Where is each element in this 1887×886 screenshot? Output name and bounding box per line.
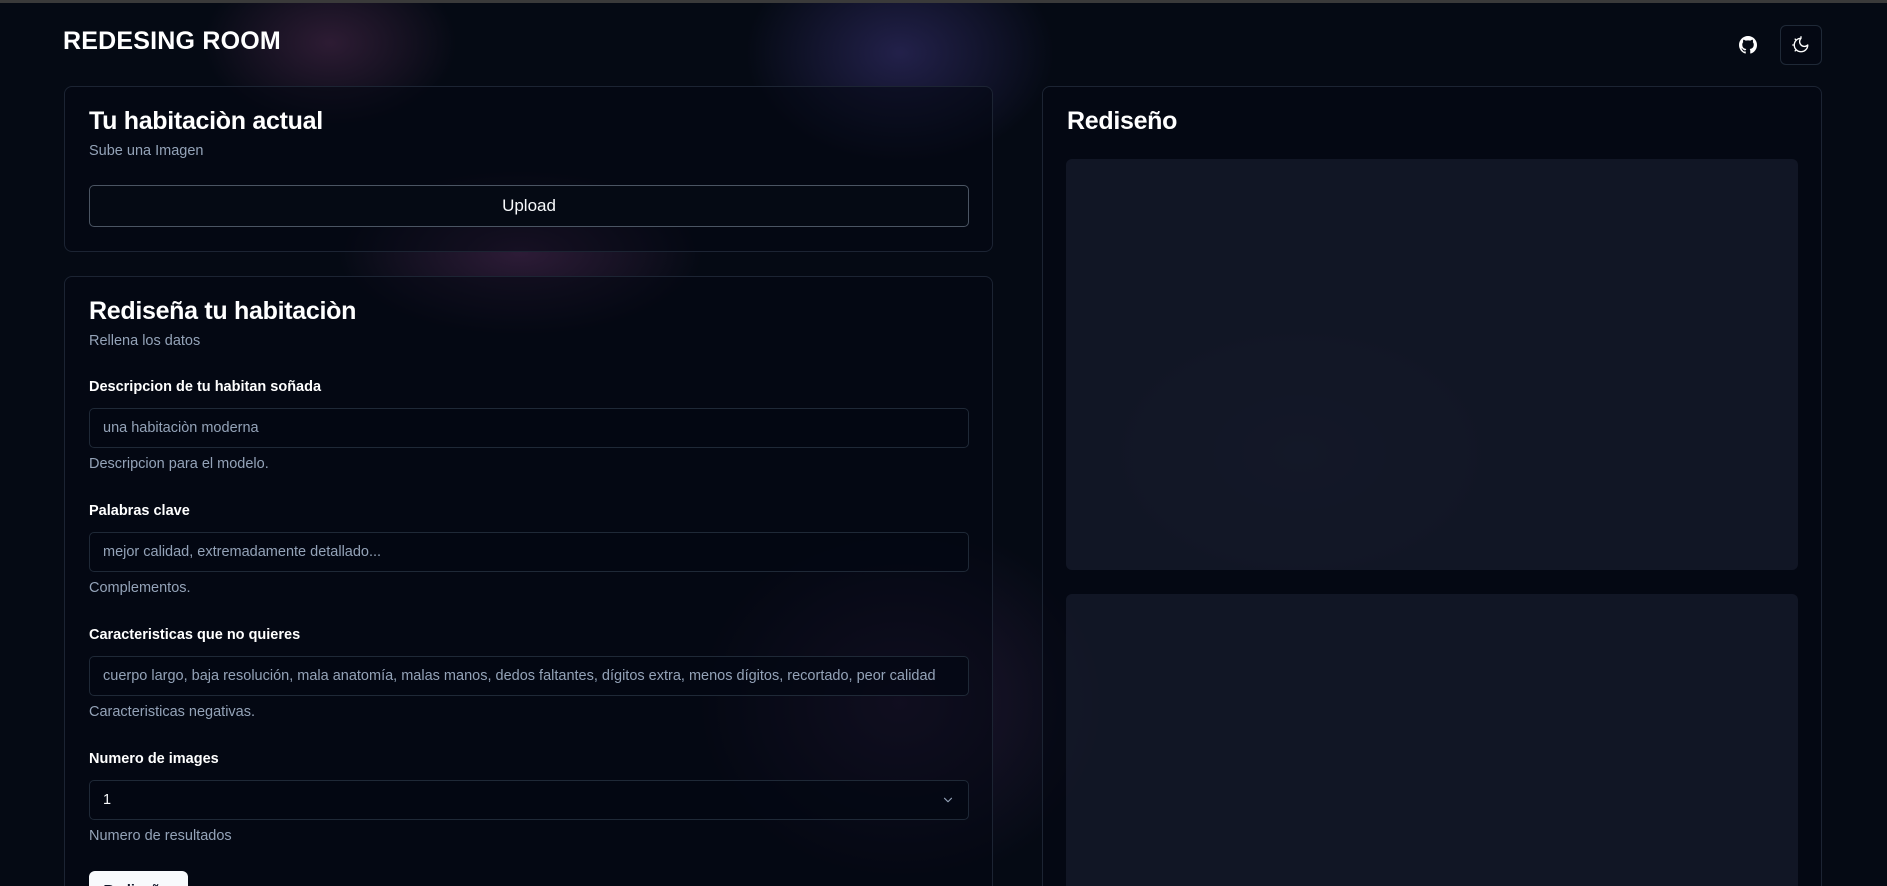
negative-help: Caracteristicas negativas. — [89, 704, 256, 720]
github-button[interactable] — [1728, 25, 1768, 65]
theme-toggle-icon — [1792, 36, 1809, 53]
num-images-label: Numero de images — [89, 751, 219, 767]
chevron-down-icon — [943, 797, 953, 803]
result-image-placeholder — [1066, 594, 1798, 886]
theme-toggle-button[interactable] — [1780, 25, 1822, 65]
keywords-label: Palabras clave — [89, 503, 190, 519]
num-images-select[interactable]: 1 — [89, 780, 969, 820]
app-title: REDESING ROOM — [63, 27, 281, 55]
page: REDESING ROOM Tu habitaciòn actual Sube … — [0, 0, 1887, 886]
redesign-form-title: Rediseña tu habitaciòn — [89, 297, 357, 325]
negative-label: Caracteristicas que no quieres — [89, 627, 301, 643]
result-title: Rediseño — [1067, 107, 1178, 135]
keywords-input[interactable]: mejor calidad, extremadamente detallado.… — [89, 532, 969, 572]
num-images-value: 1 — [103, 792, 112, 808]
current-room-title: Tu habitaciòn actual — [89, 107, 323, 135]
description-help: Descripcion para el modelo. — [89, 456, 269, 472]
current-room-subtitle: Sube una Imagen — [89, 143, 204, 159]
result-card: Rediseño — [1042, 86, 1822, 886]
github-icon — [1739, 36, 1757, 54]
negative-input[interactable]: cuerpo largo, baja resolución, mala anat… — [89, 656, 969, 696]
num-images-help: Numero de resultados — [89, 828, 232, 844]
current-room-card: Tu habitaciòn actual Sube una Imagen Upl… — [64, 86, 993, 252]
result-image-placeholder — [1066, 159, 1798, 570]
keywords-help: Complementos. — [89, 580, 191, 596]
redesign-submit-button[interactable]: Rediseñar — [89, 871, 188, 886]
description-input[interactable]: una habitaciòn moderna — [89, 408, 969, 448]
redesign-form-card: Rediseña tu habitaciòn Rellena los datos… — [64, 276, 993, 886]
description-label: Descripcion de tu habitan soñada — [89, 379, 322, 395]
upload-button[interactable]: Upload — [89, 185, 969, 227]
redesign-form-subtitle: Rellena los datos — [89, 333, 201, 349]
